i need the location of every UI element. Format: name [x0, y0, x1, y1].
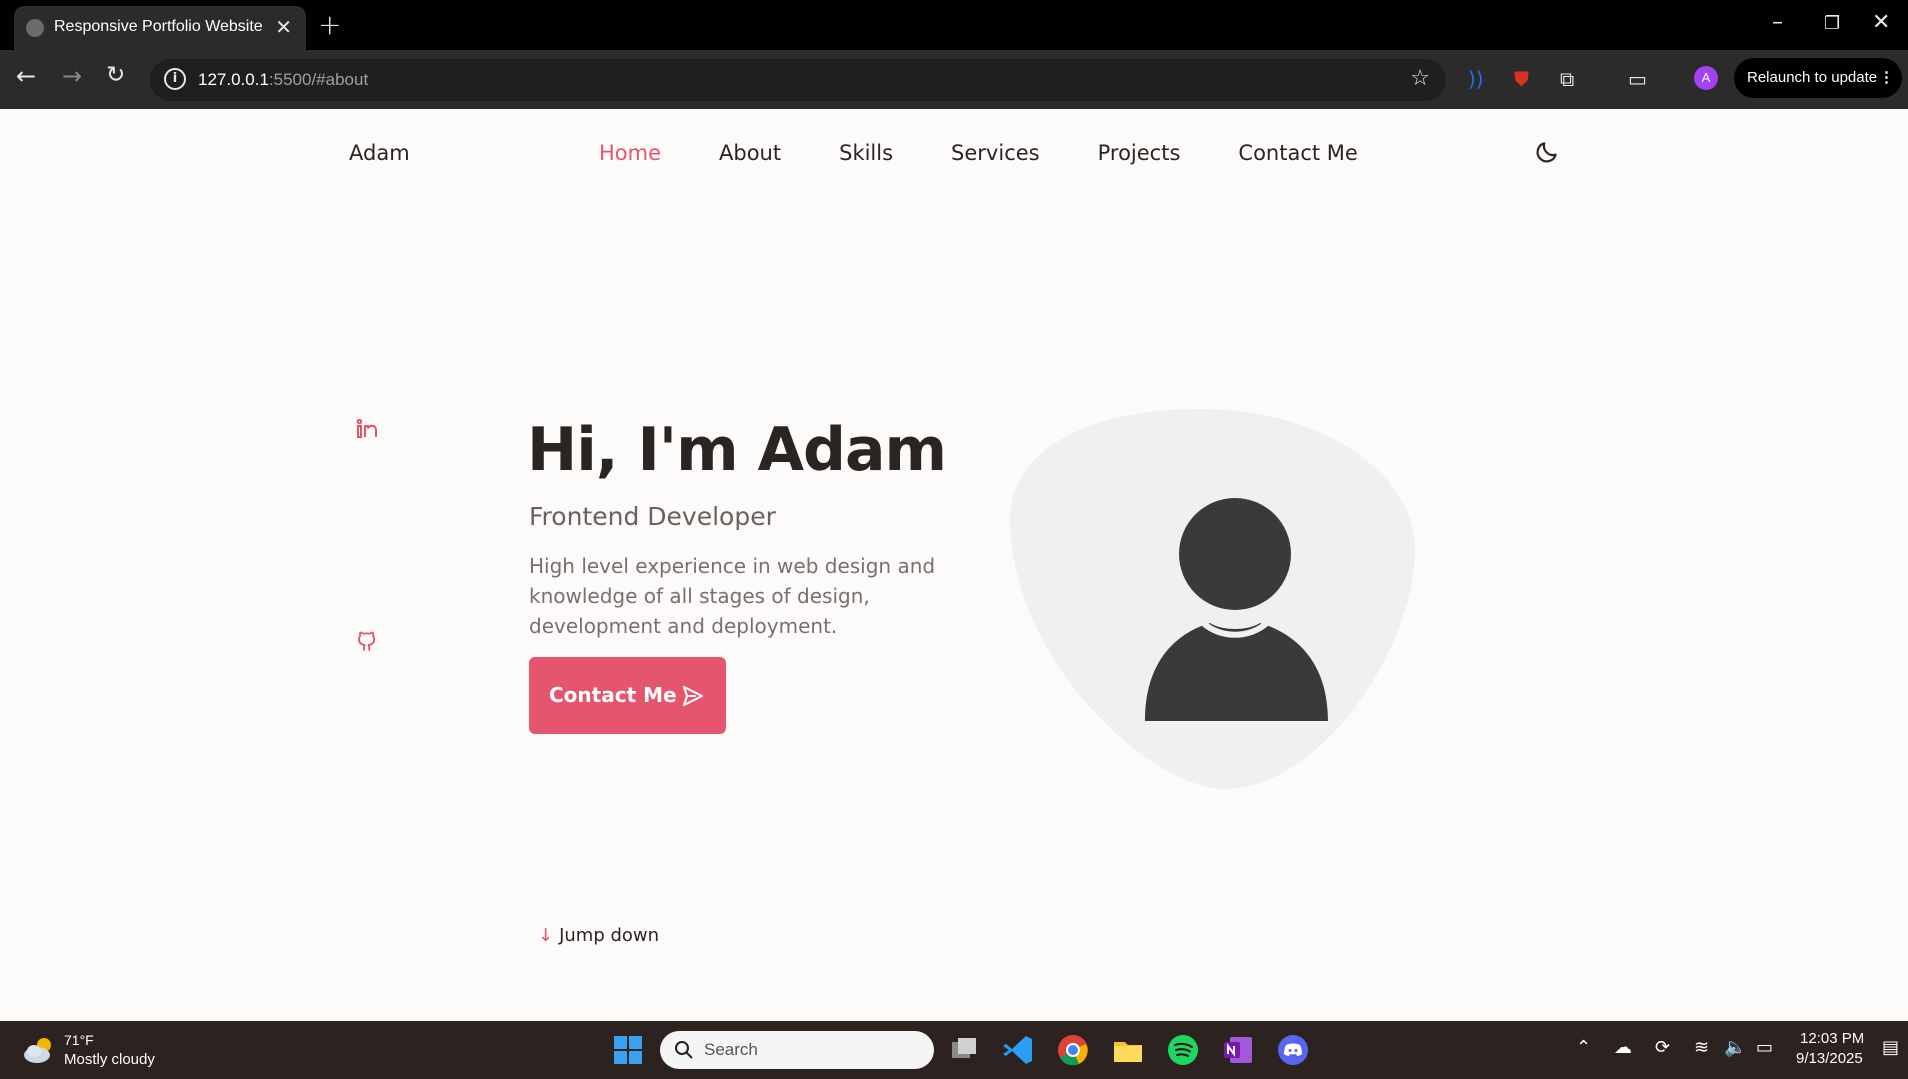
bookmark-star-icon[interactable]: ☆ [1410, 66, 1430, 91]
jump-down-label: Jump down [559, 925, 660, 946]
send-icon [683, 686, 703, 706]
cloud-sun-icon [24, 1038, 51, 1063]
hero-description: High level experience in web design and … [529, 554, 936, 638]
battery-icon[interactable]: ▭ [1756, 1037, 1773, 1058]
relaunch-label: Relaunch to update [1747, 69, 1878, 86]
browser-tab-bar: Responsive Portfolio Website ✕ + – ❐ ✕ [0, 0, 1908, 50]
reload-icon[interactable]: ↻ [106, 62, 125, 88]
jump-down-link[interactable]: ↓ Jump down [538, 925, 659, 946]
volume-icon[interactable]: 🔈 [1724, 1037, 1746, 1058]
hero-subtitle: Frontend Developer [529, 502, 776, 531]
moon-icon[interactable] [1534, 139, 1560, 165]
url-path: :5500/#about [268, 70, 369, 89]
close-tab-icon[interactable]: ✕ [275, 15, 292, 39]
search-icon [675, 1041, 693, 1059]
site-logo[interactable]: Adam [349, 141, 410, 165]
relaunch-button[interactable]: Relaunch to update ⋮ [1734, 58, 1902, 98]
back-icon[interactable]: ← [16, 62, 36, 90]
new-tab-icon[interactable]: + [318, 8, 341, 41]
clock-time[interactable]: 12:03 PM [1800, 1030, 1864, 1047]
menu-dots-icon[interactable]: ⋮ [1879, 58, 1894, 98]
nav-link-home[interactable]: Home [599, 141, 661, 165]
extensions-puzzle-icon[interactable]: ⧉ [1560, 67, 1574, 91]
contact-me-button[interactable]: Contact Me [529, 657, 726, 734]
linkedin-icon[interactable] [355, 417, 379, 441]
extension-wave-icon[interactable]: )) [1468, 67, 1484, 91]
main-nav: Home About Skills Services Projects Cont… [599, 141, 1358, 165]
browser-tab[interactable]: Responsive Portfolio Website ✕ [14, 6, 306, 50]
site-info-icon[interactable]: i [164, 68, 186, 90]
tab-title: Responsive Portfolio Website [54, 18, 263, 35]
sync-icon[interactable]: ⟳ [1655, 1037, 1670, 1058]
windows-start-icon[interactable] [610, 1032, 646, 1068]
restore-icon[interactable]: ❐ [1824, 13, 1840, 34]
github-icon[interactable] [355, 629, 379, 653]
browser-toolbar: ← → ↻ i 127.0.0.1:5500/#about ☆ )) ⛊ ⧉ ▭ [0, 50, 1908, 109]
wifi-icon[interactable]: ≋ [1694, 1037, 1709, 1058]
nav-link-about[interactable]: About [719, 141, 781, 165]
minimize-icon[interactable]: – [1772, 10, 1783, 35]
extension-shield-icon[interactable]: ⛊ [1514, 67, 1529, 91]
weather-temp: 71°F [64, 1032, 94, 1048]
profile-avatar[interactable]: A [1694, 66, 1718, 90]
close-window-icon[interactable]: ✕ [1872, 10, 1890, 35]
arrow-down-icon: ↓ [538, 925, 554, 946]
nav-link-projects[interactable]: Projects [1098, 141, 1181, 165]
weather-condition: Mostly cloudy [64, 1051, 155, 1068]
forward-icon[interactable]: → [62, 62, 82, 90]
hero-title: Hi, I'm Adam [527, 415, 947, 485]
onedrive-icon[interactable]: ☁ [1614, 1037, 1632, 1058]
globe-icon [26, 19, 44, 37]
discord-icon[interactable] [1275, 1032, 1311, 1068]
address-bar[interactable]: i 127.0.0.1:5500/#about ☆ [150, 59, 1446, 101]
nav-link-services[interactable]: Services [951, 141, 1040, 165]
cast-search-icon[interactable]: ▭ [1628, 67, 1647, 91]
url-host: 127.0.0.1 [198, 70, 269, 89]
file-explorer-icon[interactable] [1110, 1032, 1146, 1068]
weather-widget[interactable]: 71°F Mostly cloudy [20, 1029, 220, 1071]
nav-link-contact[interactable]: Contact Me [1238, 141, 1357, 165]
clock-date[interactable]: 9/13/2025 [1796, 1050, 1863, 1067]
task-view-icon[interactable] [946, 1032, 982, 1068]
vscode-icon[interactable] [1000, 1032, 1036, 1068]
taskbar-search[interactable]: Search [660, 1031, 934, 1069]
profile-image-blob [1010, 409, 1415, 789]
search-placeholder: Search [704, 1040, 758, 1059]
spotify-icon[interactable] [1165, 1032, 1201, 1068]
show-hidden-icons[interactable]: ⌃ [1576, 1037, 1591, 1058]
portfolio-page: Adam Home About Skills Services Projects… [0, 109, 1908, 1021]
contact-me-label: Contact Me [549, 683, 677, 707]
chrome-icon[interactable] [1055, 1032, 1091, 1068]
url-text[interactable]: 127.0.0.1:5500/#about [198, 70, 368, 90]
nav-link-skills[interactable]: Skills [839, 141, 893, 165]
notification-icon[interactable]: ▤ [1882, 1037, 1899, 1058]
onenote-icon[interactable] [1220, 1032, 1256, 1068]
taskbar: 71°F Mostly cloudy Search ⌃ ☁ ⟳ ≋ 🔈 ▭ 12… [0, 1021, 1908, 1079]
